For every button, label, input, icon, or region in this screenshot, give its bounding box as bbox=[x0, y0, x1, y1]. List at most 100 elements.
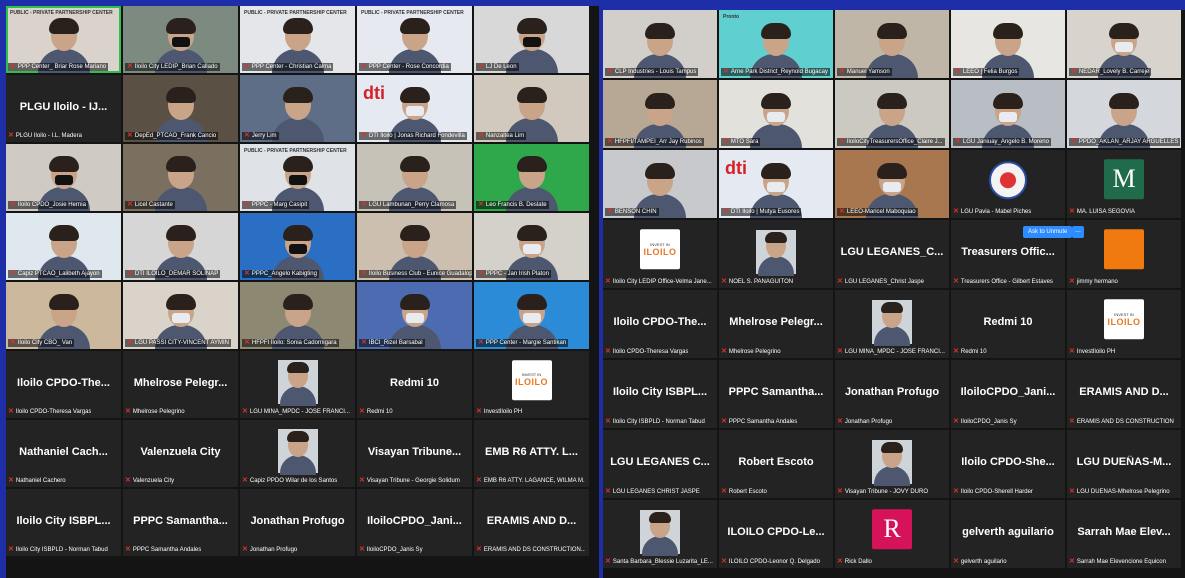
participant-tile[interactable]: ILOILO CPDO-Le... ✕ ILOILO CPDO-Leonor Q. … bbox=[719, 500, 833, 568]
profile-photo bbox=[277, 360, 318, 406]
participant-name-label: ✕ Capiz PTCAO_Lalibeth Ajayon bbox=[8, 270, 102, 278]
muted-mic-icon: ✕ bbox=[953, 418, 959, 425]
participant-tile[interactable]: ✕ MTO Sara bbox=[719, 80, 833, 148]
participant-tile[interactable]: IloiloCPDO_Jani... ✕ IloiloCPDO_Janis Sy bbox=[951, 360, 1065, 428]
participant-tile[interactable]: LGU DUEÑAS-M... ✕ LGU DUEÑAS-Mhelrose Pele… bbox=[1067, 430, 1181, 498]
participant-tile[interactable]: Iloilo City ISBPL... ✕ Iloilo City ISBPLD … bbox=[6, 489, 121, 556]
participant-tile[interactable]: Pronto ✕ Arne Park District_Reynold Bugaca… bbox=[719, 10, 833, 78]
participant-tile[interactable]: IloiloCPDO_Jani... ✕ IloiloCPDO_Janis Sy bbox=[357, 489, 472, 556]
participant-tile[interactable]: PUBLIC - PRIVATE PARTNERSHIP CENTER ✕ PPP … bbox=[6, 6, 121, 73]
participant-tile[interactable]: ✕ BENSON CHIN bbox=[603, 150, 717, 218]
participant-tile[interactable]: EMB R6 ATTY. L... ✕ EMB R6 ATTY. LAGANCE, … bbox=[474, 420, 589, 487]
participant-tile[interactable]: ✕ Santa Barbara_Blessie Luzarita_LE... bbox=[603, 500, 717, 568]
participant-tile[interactable]: M ✕ MA. LUISA SEGOVIA bbox=[1067, 150, 1181, 218]
ask-to-unmute-button[interactable]: Ask to Unmute bbox=[1023, 226, 1073, 238]
participant-tile[interactable]: Robert Escoto ✕ Robert Escoto bbox=[719, 430, 833, 498]
participant-tile[interactable]: Nathaniel Cach... ✕ Nathaniel Cachero bbox=[6, 420, 121, 487]
participant-tile[interactable]: LGU LEGANES_C... ✕ LGU LEGANES_Christ Jasp… bbox=[835, 220, 949, 288]
participant-tile[interactable]: PUBLIC - PRIVATE PARTNERSHIP CENTER ✕ PPP … bbox=[240, 6, 355, 73]
participant-tile[interactable]: ✕ HFPFI Iloilo: Sonia Cadornigara bbox=[240, 282, 355, 349]
participant-tile[interactable]: Iloilo CPDO-The... ✕ Iloilo CPDO-Theresa V… bbox=[603, 290, 717, 358]
participant-tile[interactable]: ✕ Iloilo CPDO_Josie Hernia bbox=[6, 144, 121, 211]
participant-tile[interactable]: ✕ CLP Industries - Louis Tampus bbox=[603, 10, 717, 78]
participant-tile[interactable]: ✕ DTI ILOILO_DEMAR SOLINAP bbox=[123, 213, 238, 280]
participant-tile[interactable]: Mhelrose Pelegr... ✕ Mhelrose Pelegrino bbox=[123, 351, 238, 418]
participant-tile[interactable]: ✕ LGU Pavia - Mabel Piches bbox=[951, 150, 1065, 218]
participant-tile[interactable]: PPPC Samantha... ✕ PPPC Samantha Andales bbox=[719, 360, 833, 428]
participant-tile[interactable]: ✕ LJ De Leon bbox=[474, 6, 589, 73]
participant-display-name: IloiloCPDO_Jani... bbox=[960, 385, 1056, 398]
participant-tile[interactable]: Iloilo CPDO-She... ✕ Iloilo CPDO-Sherell H… bbox=[951, 430, 1065, 498]
participant-tile[interactable]: ✕ LGU PASSI CITY-VINCENT AYMIN bbox=[123, 282, 238, 349]
participant-tile[interactable]: INVEST IN ILOILO ✕ InvestIloilo PH bbox=[1067, 290, 1181, 358]
participant-display-name: PPPC Samantha... bbox=[133, 514, 228, 527]
participant-tile[interactable]: ✕ Licel Castante bbox=[123, 144, 238, 211]
participant-tile[interactable]: ✕ IBCI_Rizel Barsabal bbox=[357, 282, 472, 349]
participant-tile[interactable]: ✕ Leo Francis B. Deslate bbox=[474, 144, 589, 211]
participant-tile[interactable]: Jonathan Profugo ✕ Jonathan Profugo bbox=[240, 489, 355, 556]
participant-tile[interactable]: ✕ PPDO_AKLAN_ARJAY ARGUELLES bbox=[1067, 80, 1181, 148]
participant-tile[interactable]: Redmi 10 ✕ Redmi 10 bbox=[951, 290, 1065, 358]
muted-mic-icon: ✕ bbox=[953, 278, 959, 285]
participant-tile[interactable]: dti ✕ DTI Iloilo | Jonas Richard Fondevill… bbox=[357, 75, 472, 142]
participant-tile[interactable]: ✕ LEEO | Felia Burgos bbox=[951, 10, 1065, 78]
participant-tile[interactable]: Sarrah Mae Elev... ✕ Sarrah Mae Elevencion… bbox=[1067, 500, 1181, 568]
participant-tile[interactable]: PLGU Iloilo - IJ... ✕ PLGU Iloilo - I.L. M… bbox=[6, 75, 121, 142]
participant-tile[interactable]: LGU LEGANES C... ✕ LGU LEGANES CHRIST JASP… bbox=[603, 430, 717, 498]
participant-tile[interactable]: Valenzuela City ✕ Valenzuela City bbox=[123, 420, 238, 487]
participant-tile[interactable]: ✕ IloiloCityTreasurersOffice_Claire J... bbox=[835, 80, 949, 148]
participant-tile[interactable]: ✕ HFPFI/TAMPEI_Arr Jay Rubinos bbox=[603, 80, 717, 148]
participant-tile[interactable]: ✕ Manuel Yamson bbox=[835, 10, 949, 78]
participant-tile[interactable]: ✕ NOEL S. PANAGUITON bbox=[719, 220, 833, 288]
participant-tile[interactable]: gelverth aguilario ✕ gelverth aguilario bbox=[951, 500, 1065, 568]
participant-tile[interactable]: ✕ jimmy hermano bbox=[1067, 220, 1181, 288]
muted-mic-icon: ✕ bbox=[244, 201, 250, 208]
participant-tile[interactable]: Mhelrose Pelegr... ✕ Mhelrose Pelegrino bbox=[719, 290, 833, 358]
muted-mic-icon: ✕ bbox=[125, 408, 131, 415]
participant-tile[interactable]: ✕ Jerry Lim bbox=[240, 75, 355, 142]
participant-tile[interactable]: INVEST IN ILOILO ✕ Iloilo City LEDIP Office… bbox=[603, 220, 717, 288]
participant-tile[interactable]: ✕ PPPC - Jan Irish Platon bbox=[474, 213, 589, 280]
participant-tile[interactable]: ✕ PPPC_Angelo Kabigting bbox=[240, 213, 355, 280]
participant-tile[interactable]: Redmi 10 ✕ Redmi 10 bbox=[357, 351, 472, 418]
participant-tile[interactable]: Iloilo CPDO-The... ✕ Iloilo CPDO-Theresa V… bbox=[6, 351, 121, 418]
participant-tile[interactable]: ✕ Capiz PTCAO_Lalibeth Ajayon bbox=[6, 213, 121, 280]
participant-tile[interactable]: PPPC Samantha... ✕ PPPC Samantha Andales bbox=[123, 489, 238, 556]
muted-mic-icon: ✕ bbox=[605, 418, 611, 425]
muted-mic-icon: ✕ bbox=[1069, 418, 1075, 425]
participant-tile[interactable]: PUBLIC - PRIVATE PARTNERSHIP CENTER ✕ PPPC… bbox=[240, 144, 355, 211]
participant-tile[interactable]: Jonathan Profugo ✕ Jonathan Profugo bbox=[835, 360, 949, 428]
participant-display-name: Visayan Tribune... bbox=[367, 445, 462, 458]
participant-name-label: ✕ Sarrah Mae Elevencione Equicon bbox=[1069, 558, 1166, 565]
participant-tile[interactable]: ✕ LGU Janiuay_Angelo B. Moreno bbox=[951, 80, 1065, 148]
participant-tile[interactable]: Iloilo City ISBPL... ✕ Iloilo City ISBPLD … bbox=[603, 360, 717, 428]
participant-tile[interactable]: R ✕ Rick Dallo bbox=[835, 500, 949, 568]
muted-mic-icon: ✕ bbox=[953, 558, 959, 565]
participant-tile[interactable]: ERAMIS AND D... ✕ ERAMIS AND DS CONSTRUCTI… bbox=[1067, 360, 1181, 428]
participant-tile[interactable]: ✕ NEDAR_Lovely B. Carreje bbox=[1067, 10, 1181, 78]
organization-logo: Pronto bbox=[723, 14, 740, 20]
participant-tile[interactable]: dti ✕ DTI Iloilo | Mutya Eusores bbox=[719, 150, 833, 218]
muted-mic-icon: ✕ bbox=[953, 208, 959, 215]
participant-tile[interactable]: ✕ LGU Lambunan_Perry Clamosa bbox=[357, 144, 472, 211]
participant-tile[interactable]: ✕ Nanzaltea Lim bbox=[474, 75, 589, 142]
participant-tile[interactable]: INVEST IN ILOILO ✕ InvestIloilo PH bbox=[474, 351, 589, 418]
participant-tile[interactable]: Visayan Tribune... ✕ Visayan Tribune - Geo… bbox=[357, 420, 472, 487]
participant-tile[interactable]: ✕ Visayan Tribune - JOVY DURO bbox=[835, 430, 949, 498]
participant-tile[interactable]: ✕ LGU MINA_MPDC - JOSE FRANCI... bbox=[240, 351, 355, 418]
participant-tile[interactable]: ✕ Iloilo City LEDIP_Brian Callado bbox=[123, 6, 238, 73]
participant-tile[interactable]: PUBLIC - PRIVATE PARTNERSHIP CENTER ✕ PPP … bbox=[357, 6, 472, 73]
participant-tile[interactable]: ✕ PPP Center - Margie Santikan bbox=[474, 282, 589, 349]
participant-tile[interactable]: ✕ LEEO-Maricel Maboquiao bbox=[835, 150, 949, 218]
participant-tile[interactable]: ✕ Iloilo City CBO_ Van bbox=[6, 282, 121, 349]
muted-mic-icon: ✕ bbox=[955, 68, 961, 75]
participant-tile[interactable]: ERAMIS AND D... ✕ ERAMIS AND DS CONSTRUCTI… bbox=[474, 489, 589, 556]
gallery-panel-left: ERAMIS AND D... ✕ ERAMIS AND DS CONSTRUCTI… bbox=[6, 6, 599, 578]
participant-tile[interactable]: ✕ Capiz PPDO Wilar de los Santos bbox=[240, 420, 355, 487]
participant-tile[interactable]: ✕ Iloilo Business Club - Eunice Guadalope bbox=[357, 213, 472, 280]
muted-mic-icon: ✕ bbox=[8, 132, 14, 139]
participant-tile[interactable]: ✕ LGU MINA_MPDC - JOSE FRANCI... bbox=[835, 290, 949, 358]
participant-display-name: IloiloCPDO_Jani... bbox=[367, 514, 462, 527]
more-options-button[interactable]: ... bbox=[1072, 226, 1084, 238]
participant-tile[interactable]: ✕ DepEd_PTCAO_Frank Cancio bbox=[123, 75, 238, 142]
